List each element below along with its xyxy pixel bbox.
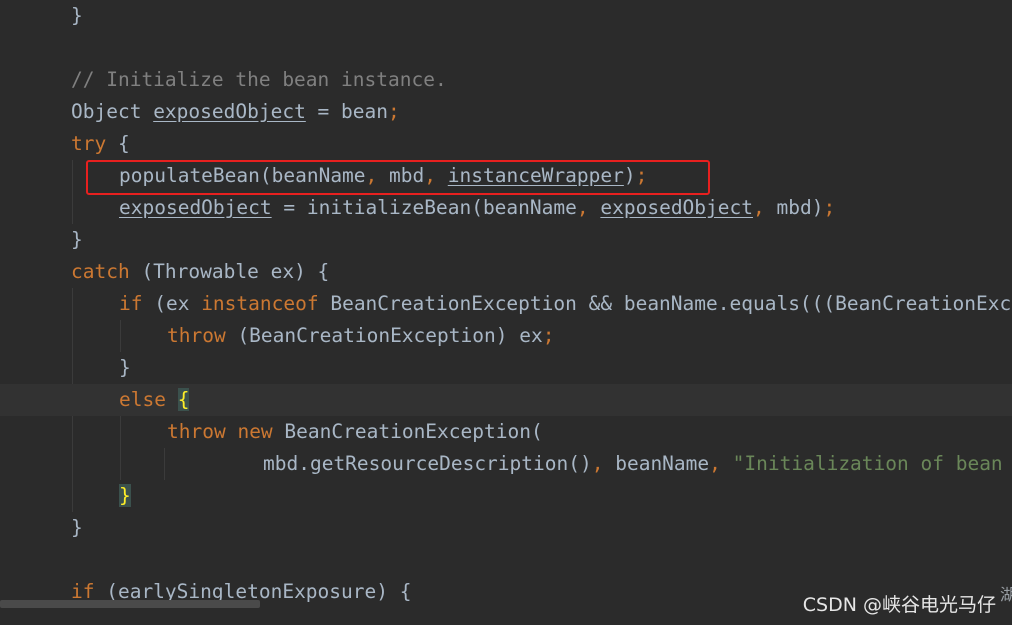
keyword-new: new [237, 420, 273, 443]
highlight-box-annotation [86, 160, 710, 195]
code-editor[interactable]: } // Initialize the bean instance. Objec… [0, 0, 1012, 625]
comment: // Initialize the bean instance. [71, 68, 447, 91]
method-call-initialize-bean: = initializeBean(beanName [271, 196, 577, 219]
code-line-caret[interactable]: else { [0, 384, 1012, 416]
comma: , [709, 452, 721, 475]
method-call-get-resource-description: mbd.getResourceDescription() [263, 452, 592, 475]
catch-clause: (Throwable ex) { [129, 260, 330, 283]
code-text: mbd.getResourceDescription(), beanName, … [263, 448, 1012, 480]
variable-exposed-object: exposedObject [153, 100, 306, 123]
closing-brace: } [71, 228, 83, 251]
constructor-call: BeanCreationException( [272, 420, 543, 443]
code-text: throw new BeanCreationException( [167, 416, 543, 448]
condition-text: BeanCreationException && beanName.equals… [330, 292, 1012, 315]
keyword-instanceof: instanceof [201, 292, 319, 315]
code-line[interactable]: throw new BeanCreationException( [0, 416, 1012, 448]
code-text: (BeanCreationException) ex [225, 324, 543, 347]
semicolon: ; [388, 100, 400, 123]
closing-brace: } [71, 4, 83, 27]
matched-brace: { [177, 388, 190, 411]
code-line[interactable]: } [0, 352, 1012, 384]
code-text: if (ex instanceof BeanCreationException … [119, 288, 1012, 320]
keyword-try: try [71, 132, 107, 155]
keyword-throw: throw [167, 420, 226, 443]
string-literal: "Initialization of bean failed", ex); [732, 452, 1003, 475]
code-line[interactable]: } [0, 0, 1012, 32]
code-line[interactable]: } [0, 480, 1012, 512]
comma: , [591, 452, 604, 475]
semicolon: ; [542, 324, 555, 347]
keyword-catch: catch [71, 260, 130, 283]
keyword-else: else [119, 388, 166, 411]
argument-bean-name: beanName [603, 452, 710, 475]
watermark: CSDN @峡谷电光马仔 [802, 594, 996, 616]
comma: , [753, 196, 765, 219]
code-text: Object exposedObject = bean; [71, 96, 400, 128]
keyword-if: if [119, 292, 143, 315]
code-text: throw (BeanCreationException) ex; [167, 320, 554, 352]
code-line[interactable]: try { [0, 128, 1012, 160]
code-text: catch (Throwable ex) { [71, 256, 329, 288]
variable-exposed-object: exposedObject [119, 196, 272, 219]
code-line[interactable]: if (ex instanceof BeanCreationException … [0, 288, 1012, 320]
code-line[interactable]: } [0, 224, 1012, 256]
comma: , [576, 196, 589, 219]
code-text: try { [71, 128, 130, 160]
type-name: Object [71, 100, 154, 123]
code-line[interactable]: Object exposedObject = bean; [0, 96, 1012, 128]
code-text: else { [119, 384, 190, 416]
horizontal-scrollbar-thumb[interactable] [0, 600, 260, 608]
code-text: } [119, 480, 131, 512]
code-line[interactable]: exposedObject = initializeBean(beanName,… [0, 192, 1012, 224]
keyword-throw: throw [167, 324, 226, 347]
argument-mbd: mbd) [764, 196, 824, 219]
closing-brace: } [71, 516, 83, 539]
code-line[interactable]: catch (Throwable ex) { [0, 256, 1012, 288]
code-line[interactable]: // Initialize the bean instance. [0, 64, 1012, 96]
closing-brace: } [119, 356, 131, 379]
argument-exposed-object: exposedObject [600, 196, 753, 219]
code-text: (ex [142, 292, 202, 315]
code-text: exposedObject = initializeBean(beanName,… [119, 192, 835, 224]
semicolon: ; [823, 196, 836, 219]
code-line[interactable]: mbd.getResourceDescription(), beanName, … [0, 448, 1012, 480]
code-line[interactable]: throw (BeanCreationException) ex; [0, 320, 1012, 352]
open-brace: { [106, 132, 130, 155]
edge-glyph: 湖 [1000, 586, 1012, 604]
matched-brace: } [119, 484, 131, 507]
code-text: = bean [305, 100, 388, 123]
code-line[interactable]: } [0, 512, 1012, 544]
